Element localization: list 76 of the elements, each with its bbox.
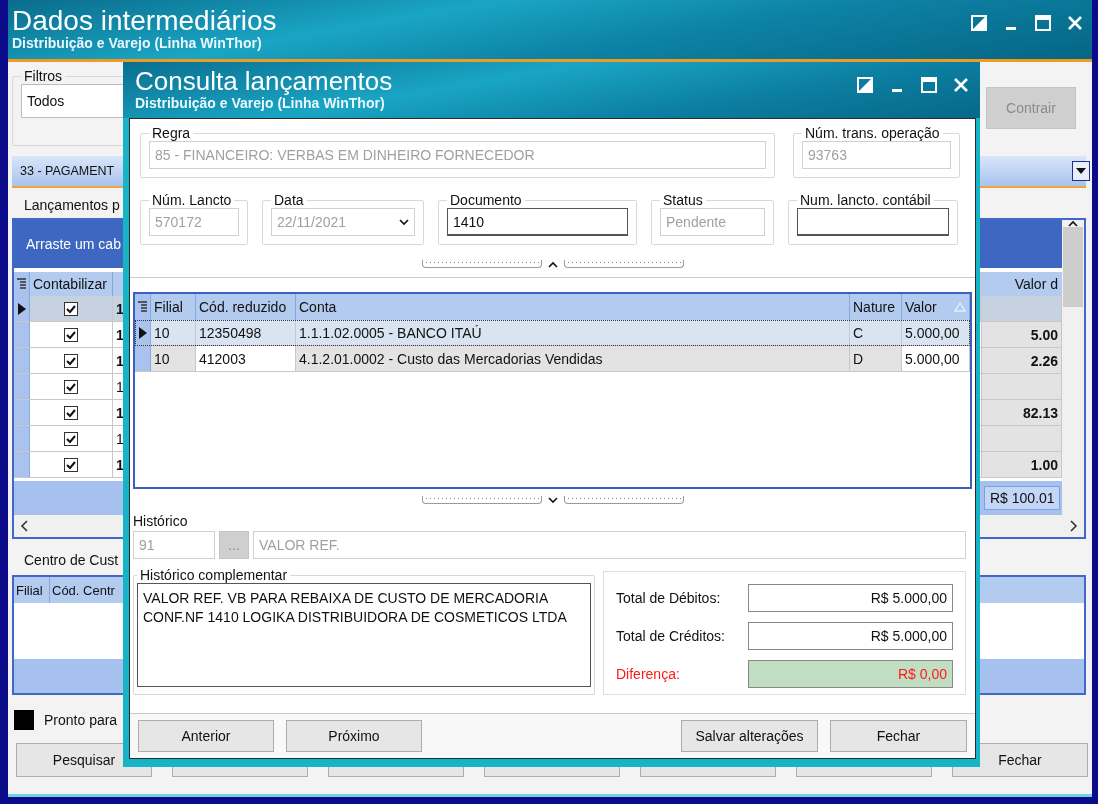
field-label: Num. lancto. contábil [799,192,932,208]
input-field[interactable] [797,208,949,236]
table-cell: 2.26 [982,348,1062,373]
checked-checkbox[interactable] [64,379,78,394]
column-chooser-icon[interactable] [17,278,26,290]
caret-up-icon[interactable] [1068,220,1078,227]
window-subtitle: Distribuição e Varejo (Linha WinThor) [12,35,263,52]
table-cell: 1.00 [982,452,1062,477]
nav-button[interactable]: Próximo [286,720,422,752]
sort-icon [954,302,966,312]
total-label: Total de Créditos: [616,628,725,644]
table-cell: 5.000,00 [902,320,970,345]
table-cell: 10 [151,346,196,371]
table-cell: D [850,346,902,371]
input-field[interactable]: 1410 [447,208,628,236]
restore-icon[interactable] [970,14,988,32]
table-cell: 12350498 [196,320,296,345]
legend-label: Pronto para [44,712,118,728]
dropdown-button[interactable] [1072,161,1090,181]
table-cell: 82.13 [982,400,1062,425]
group-hint: Arraste um cab [26,236,121,252]
field-label: Data [273,192,305,208]
table-cell: 5.000,00 [902,346,970,371]
total-label: Diferença: [616,666,680,682]
total-label: Total de Débitos: [616,590,721,606]
field-label: Núm. trans. operação [804,125,941,141]
restore-icon[interactable] [856,76,874,94]
caret-up-icon[interactable] [547,260,558,268]
table-cell: 5.00 [982,322,1062,347]
caret-down-icon[interactable] [547,496,558,504]
scroll-left-icon[interactable] [20,520,28,532]
maximize-icon[interactable] [920,76,938,94]
caret-down-icon [1076,168,1086,174]
field-label: Histórico [133,513,189,529]
group-label: Centro de Cust [24,552,119,568]
row-pointer-icon [17,302,26,315]
section-title: 33 - PAGAMENT [20,164,115,178]
action-button[interactable]: Salvar alterações [681,720,818,752]
close-icon[interactable] [1066,14,1084,32]
checked-checkbox[interactable] [64,327,78,342]
checked-checkbox[interactable] [64,431,78,446]
maximize-icon[interactable] [1034,14,1052,32]
row-indicator[interactable] [135,320,151,345]
total-field: R$ 0,00 [748,660,953,688]
nav-button[interactable]: Anterior [138,720,274,752]
field-label: Status [662,192,704,208]
row-pointer-icon [138,326,147,339]
filters-label: Filtros [23,68,64,84]
table-cell: 4.1.2.01.0002 - Custo das Mercadorias Vendidas [296,346,850,371]
total-field: R$ 5.000,00 [748,584,953,612]
complement-text-area[interactable]: VALOR REF. VB PARA REBAIXA DE CUSTO DE MERCADORIA CONF.NF 1410 LOGIKA DISTRIBUIDORA DE COSMETICOS LTDA [137,583,591,687]
table-row[interactable]: 10 412003 4.1.2.01.0002 - Custo das Mercadorias Vendidas D 5.000,00 [135,346,970,372]
row-indicator[interactable] [14,296,30,321]
vertical-scrollbar[interactable] [1062,220,1084,515]
field-label: Núm. Lancto [151,192,233,208]
checked-checkbox[interactable] [64,353,78,368]
column-chooser-icon[interactable] [138,301,147,313]
table-cell: 1.1.1.02.0005 - BANCO ITAÚ [296,320,850,345]
checked-checkbox[interactable] [64,405,78,420]
group-label: Lançamentos p [24,197,120,213]
table-row[interactable]: 10 12350498 1.1.1.02.0005 - BANCO ITAÚ C 5.000,00 [135,320,970,346]
close-icon[interactable] [952,76,970,94]
action-button[interactable]: Fechar [830,720,967,752]
scrollbar-thumb[interactable] [1063,227,1083,307]
table-cell: C [850,320,902,345]
table-cell: 412003 [196,346,296,371]
total-field: R$ 100.01 [984,486,1060,510]
table-cell: 10 [151,320,196,345]
total-field: R$ 5.000,00 [748,622,953,650]
checked-checkbox[interactable] [64,457,78,472]
checked-checkbox[interactable] [64,301,78,316]
field-label: Regra [151,125,192,141]
window-title: Dados intermediários [12,6,277,36]
scroll-right-icon[interactable] [1070,520,1078,532]
column-header[interactable]: Filial [14,577,50,603]
field-label: Documento [449,192,523,208]
